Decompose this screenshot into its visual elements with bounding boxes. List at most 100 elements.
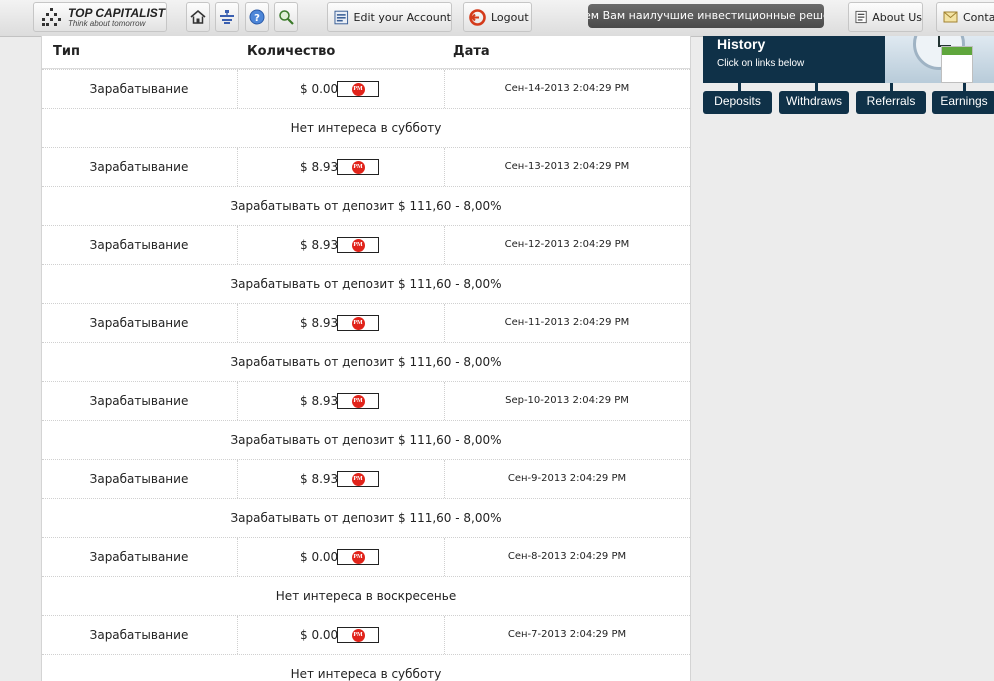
table-row-note: Нет интереса в субботу bbox=[42, 108, 690, 147]
history-subtitle: Click on links below bbox=[717, 58, 805, 69]
row-amount-cell: $ 8.93 PM bbox=[237, 304, 445, 342]
table-row: Зарабатывание $ 8.93 PM Сен-12-2013 2:04:29… bbox=[42, 225, 690, 264]
table-row: Зарабатывание $ 0.00 PM Сен-7-2013 2:04:29 … bbox=[42, 615, 690, 654]
pm-logo-icon: PM bbox=[351, 550, 365, 564]
search-button[interactable] bbox=[274, 2, 298, 32]
clock-calendar-icon bbox=[885, 36, 994, 83]
svg-text:?: ? bbox=[254, 13, 260, 24]
perfect-money-badge: PM bbox=[337, 549, 379, 565]
home-button[interactable] bbox=[186, 2, 210, 32]
logo-tagline: Think about tomorrow bbox=[68, 18, 146, 28]
pm-logo-icon: PM bbox=[351, 472, 365, 486]
row-amount: $ 8.93 bbox=[300, 238, 339, 252]
edit-account-icon bbox=[334, 10, 349, 24]
table-header: Тип Количество Дата bbox=[42, 36, 690, 69]
logout-button[interactable]: Logout bbox=[463, 2, 532, 32]
sitemap-icon bbox=[220, 10, 234, 24]
table-row: Зарабатывание $ 0.00 PM Сен-14-2013 2:04:29… bbox=[42, 69, 690, 108]
perfect-money-badge: PM bbox=[337, 393, 379, 409]
row-note: Зарабатывать от депозит $ 111,60 - 8,00% bbox=[230, 355, 502, 369]
logout-label: Logout bbox=[491, 10, 529, 24]
row-type: Зарабатывание bbox=[89, 628, 189, 642]
row-date: Сен-14-2013 2:04:29 PM bbox=[504, 83, 630, 94]
history-banner: History Click on links below bbox=[703, 36, 994, 83]
table-row-note: Нет интереса в воскресенье bbox=[42, 576, 690, 615]
table-row-note: Зарабатывать от депозит $ 111,60 - 8,00% bbox=[42, 420, 690, 459]
row-amount: $ 8.93 bbox=[300, 316, 339, 330]
perfect-money-badge: PM bbox=[337, 159, 379, 175]
row-type: Зарабатывание bbox=[89, 394, 189, 408]
perfect-money-badge: PM bbox=[337, 627, 379, 643]
envelope-icon bbox=[943, 11, 958, 23]
pm-logo-icon: PM bbox=[351, 394, 365, 408]
pm-logo-icon: PM bbox=[351, 82, 365, 96]
row-note: Зарабатывать от депозит $ 111,60 - 8,00% bbox=[230, 511, 502, 525]
table-row: Зарабатывание $ 8.93 PM Сен-11-2013 2:04:29… bbox=[42, 303, 690, 342]
table-row-note: Нет интереса в субботу bbox=[42, 654, 690, 681]
home-icon bbox=[190, 9, 206, 24]
table-row-note: Зарабатывать от депозит $ 111,60 - 8,00% bbox=[42, 264, 690, 303]
document-lines-icon bbox=[855, 10, 867, 24]
row-type: Зарабатывание bbox=[89, 316, 189, 330]
row-date: Сен-11-2013 2:04:29 PM bbox=[504, 317, 630, 328]
header-amount: Количество bbox=[247, 44, 336, 59]
news-ticker: ем Вам наилучшие инвестиционные решения … bbox=[588, 4, 824, 28]
row-date: Сен-8-2013 2:04:29 PM bbox=[507, 551, 627, 562]
pm-logo-icon: PM bbox=[351, 628, 365, 642]
edit-account-button[interactable]: Edit your Account bbox=[327, 2, 452, 32]
history-title: History bbox=[717, 36, 766, 52]
row-amount-cell: $ 8.93 PM bbox=[237, 226, 445, 264]
site-logo[interactable]: TOP CAPITALIST Think about tomorrow bbox=[33, 2, 167, 32]
row-amount: $ 0.00 bbox=[300, 628, 339, 642]
row-amount-cell: $ 0.00 PM bbox=[237, 538, 445, 576]
about-us-button[interactable]: About Us bbox=[848, 2, 923, 32]
row-amount: $ 8.93 bbox=[300, 160, 339, 174]
contact-button[interactable]: Contac bbox=[936, 2, 994, 32]
row-amount-cell: $ 8.93 PM bbox=[237, 148, 445, 186]
row-note: Зарабатывать от депозит $ 111,60 - 8,00% bbox=[230, 277, 502, 291]
perfect-money-badge: PM bbox=[337, 471, 379, 487]
table-row-note: Зарабатывать от депозит $ 111,60 - 8,00% bbox=[42, 342, 690, 381]
logo-dots-icon bbox=[40, 6, 62, 28]
table-row: Зарабатывание $ 0.00 PM Сен-8-2013 2:04:29 … bbox=[42, 537, 690, 576]
contact-label: Contac bbox=[963, 10, 994, 24]
help-icon: ? bbox=[249, 9, 265, 25]
table-row: Зарабатывание $ 8.93 PM Сен-13-2013 2:04:29… bbox=[42, 147, 690, 186]
header-date: Дата bbox=[453, 44, 490, 59]
row-date: Сен-13-2013 2:04:29 PM bbox=[504, 161, 630, 172]
history-table: Тип Количество Дата Зарабатывание $ 0.00 P… bbox=[41, 36, 691, 681]
perfect-money-badge: PM bbox=[337, 315, 379, 331]
row-date: Сен-12-2013 2:04:29 PM bbox=[504, 239, 630, 250]
row-amount: $ 0.00 bbox=[300, 82, 339, 96]
row-amount-cell: $ 8.93 PM bbox=[237, 460, 445, 498]
row-amount: $ 8.93 bbox=[300, 394, 339, 408]
row-amount: $ 0.00 bbox=[300, 550, 339, 564]
sitemap-button[interactable] bbox=[215, 2, 239, 32]
tab-deposits[interactable]: Deposits bbox=[703, 91, 772, 114]
help-button[interactable]: ? bbox=[245, 2, 269, 32]
row-date: Sep-10-2013 2:04:29 PM bbox=[505, 395, 629, 406]
table-row-note: Зарабатывать от депозит $ 111,60 - 8,00% bbox=[42, 186, 690, 225]
tab-earnings[interactable]: Earnings bbox=[932, 91, 994, 114]
row-type: Зарабатывание bbox=[89, 82, 189, 96]
pm-logo-icon: PM bbox=[351, 238, 365, 252]
ticker-text: ем Вам наилучшие инвестиционные решения … bbox=[588, 9, 824, 22]
row-amount-cell: $ 8.93 PM bbox=[237, 382, 445, 420]
edit-account-label: Edit your Account bbox=[353, 10, 451, 24]
tab-withdraws[interactable]: Withdraws bbox=[779, 91, 849, 114]
header-type: Тип bbox=[53, 44, 80, 59]
perfect-money-badge: PM bbox=[337, 237, 379, 253]
pm-logo-icon: PM bbox=[351, 160, 365, 174]
table-row: Зарабатывание $ 8.93 PM Сен-9-2013 2:04:29 … bbox=[42, 459, 690, 498]
about-us-label: About Us bbox=[872, 10, 922, 24]
row-date: Сен-9-2013 2:04:29 PM bbox=[507, 473, 627, 484]
row-note: Нет интереса в субботу bbox=[290, 121, 442, 135]
row-type: Зарабатывание bbox=[89, 238, 189, 252]
row-amount: $ 8.93 bbox=[300, 472, 339, 486]
logo-name: TOP CAPITALIST bbox=[68, 5, 166, 20]
top-toolbar: TOP CAPITALIST Think about tomorrow ? Ed… bbox=[0, 0, 994, 37]
logout-icon bbox=[469, 8, 486, 26]
table-row-note: Зарабатывать от депозит $ 111,60 - 8,00% bbox=[42, 498, 690, 537]
tab-referrals[interactable]: Referrals bbox=[856, 91, 926, 114]
row-note: Зарабатывать от депозит $ 111,60 - 8,00% bbox=[230, 199, 502, 213]
